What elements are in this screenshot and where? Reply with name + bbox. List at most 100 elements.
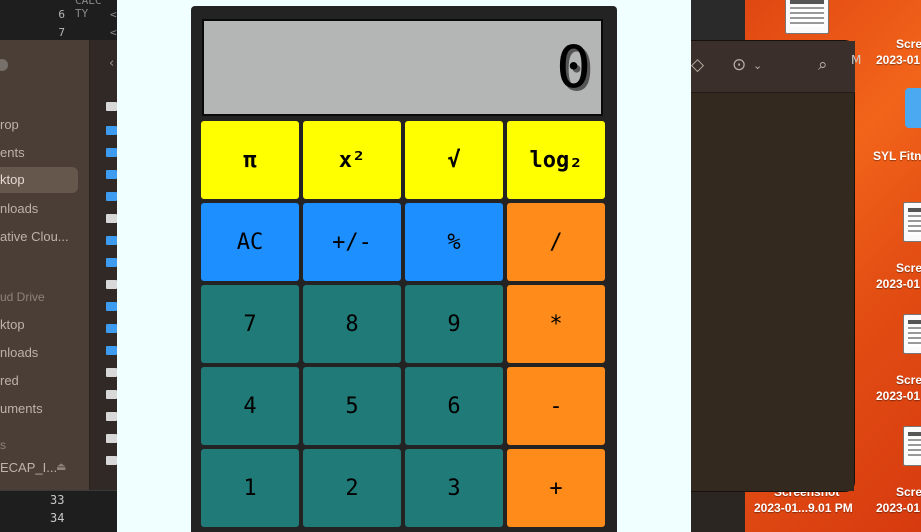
desktop-item-label: Scre xyxy=(896,485,921,499)
calc-key-7[interactable]: / xyxy=(507,203,605,281)
sidebar-item-downloads-icloud[interactable]: nloads xyxy=(0,340,78,366)
editor-line: CALC TY xyxy=(0,0,117,20)
desktop-item-label: Scre xyxy=(896,261,921,275)
calc-key-10[interactable]: 9 xyxy=(405,285,503,363)
calc-key-15[interactable]: - xyxy=(507,367,605,445)
folder-icon[interactable] xyxy=(106,126,117,135)
code-editor-strip: CALC TY 6 < 7 < xyxy=(0,0,117,40)
sidebar-item-icloud-drive[interactable]: ud Drive xyxy=(0,284,78,310)
sidebar-item-creative-cloud[interactable]: ative Clou... xyxy=(0,224,78,250)
line-number: 6 xyxy=(58,8,65,21)
file-icon[interactable] xyxy=(106,102,117,111)
desktop-item-sublabel: 2023-01 xyxy=(876,501,921,515)
sidebar-item-desktop-icloud[interactable]: ktop xyxy=(0,312,78,338)
sidebar-item-airdrop[interactable]: rop xyxy=(0,112,78,138)
desktop-item-sublabel: 2023-01 xyxy=(876,389,921,403)
screenshot-file-icon[interactable] xyxy=(903,314,921,354)
calc-key-1[interactable]: x² xyxy=(303,121,401,199)
eject-icon[interactable]: ⏏ xyxy=(56,460,66,473)
sidebar-item-label: ents xyxy=(0,145,25,160)
calc-key-3[interactable]: log₂ xyxy=(507,121,605,199)
back-chevron-icon[interactable]: ‹ xyxy=(109,56,114,71)
folder-icon[interactable] xyxy=(106,258,117,267)
folder-icon[interactable] xyxy=(106,170,117,179)
folder-icon[interactable] xyxy=(106,148,117,157)
folder-icon[interactable] xyxy=(106,302,117,311)
desktop-item-sublabel: 2023-01 xyxy=(876,277,921,291)
line-number: 33 xyxy=(50,493,65,507)
finder-window-secondary: ◇ ⊙ ⌄ ⌕ M xyxy=(691,40,861,492)
line-number: 7 xyxy=(58,26,65,39)
sidebar-item-label: ktop xyxy=(0,317,25,332)
sidebar-item-downloads[interactable]: nloads xyxy=(0,196,78,222)
sidebar-item-label: s xyxy=(0,438,6,452)
window-toolbar: ◇ ⊙ ⌄ ⌕ M xyxy=(691,41,861,93)
sidebar-item-label: uments xyxy=(0,401,43,416)
calculator-display: 0 xyxy=(202,19,603,116)
code-editor-strip-bottom: 33 34 xyxy=(0,490,117,532)
sidebar-item-documents[interactable]: uments xyxy=(0,396,78,422)
editor-line: 6 < xyxy=(0,8,117,21)
file-icon[interactable] xyxy=(106,280,117,289)
sidebar-item-label: nloads xyxy=(0,201,39,216)
calc-key-16[interactable]: 1 xyxy=(201,449,299,527)
calc-key-2[interactable]: √ xyxy=(405,121,503,199)
sidebar-item-label: rop xyxy=(0,117,19,132)
folder-icon[interactable] xyxy=(106,236,117,245)
folder-icon[interactable] xyxy=(106,192,117,201)
desktop-item-sublabel: 2023-01 xyxy=(876,53,921,67)
calc-key-4[interactable]: AC xyxy=(201,203,299,281)
sidebar-item-shared[interactable]: red xyxy=(0,368,78,394)
calc-key-12[interactable]: 4 xyxy=(201,367,299,445)
desktop-item-label: SYL Fitn xyxy=(873,149,921,163)
calc-key-13[interactable]: 5 xyxy=(303,367,401,445)
editor-code: < xyxy=(110,8,117,21)
desktop-item-label: Scre xyxy=(896,37,921,51)
sidebar-item-label: red xyxy=(0,373,19,388)
calculator-keypad: π x² √ log₂ AC +/-%/ 7 8 9 * 4 5 6- 1 2 3 + xyxy=(201,121,605,527)
calc-key-14[interactable]: 6 xyxy=(405,367,503,445)
tag-icon[interactable]: ◇ xyxy=(691,55,704,75)
editor-minimap-strip xyxy=(691,0,745,40)
file-icon[interactable] xyxy=(106,456,117,465)
finder-window: rop ents ktop nloads ative Clou... ud Dr… xyxy=(0,40,117,490)
window-control-button[interactable] xyxy=(0,59,8,71)
window-content xyxy=(691,93,854,491)
screenshot-file-icon[interactable] xyxy=(903,426,921,466)
sidebar-item-label: ECAP_I... xyxy=(0,460,58,475)
file-icon[interactable] xyxy=(106,368,117,377)
screenshot-file-icon[interactable] xyxy=(785,0,829,34)
folder-icon[interactable] xyxy=(106,324,117,333)
file-icon[interactable] xyxy=(106,390,117,399)
calc-key-9[interactable]: 8 xyxy=(303,285,401,363)
file-icon[interactable] xyxy=(106,434,117,443)
desktop-item-label: Scre xyxy=(896,373,921,387)
display-value: 0 xyxy=(556,33,591,101)
sidebar-item-desktop[interactable]: ktop xyxy=(0,167,78,193)
finder-sidebar: rop ents ktop nloads ative Clou... ud Dr… xyxy=(0,40,89,490)
calc-key-5[interactable]: +/- xyxy=(303,203,401,281)
calc-key-18[interactable]: 3 xyxy=(405,449,503,527)
calc-key-8[interactable]: 7 xyxy=(201,285,299,363)
file-icon[interactable] xyxy=(106,214,117,223)
editor-code: < xyxy=(110,26,117,39)
file-icon[interactable] xyxy=(106,412,117,421)
calc-key-17[interactable]: 2 xyxy=(303,449,401,527)
line-number: 34 xyxy=(50,511,65,525)
calculator-page: 0 π x² √ log₂ AC +/-%/ 7 8 9 * 4 5 6- 1 2 3 + xyxy=(117,0,691,532)
calc-key-0[interactable]: π xyxy=(201,121,299,199)
sidebar-item-recents[interactable]: ents xyxy=(0,140,78,166)
calc-key-11[interactable]: * xyxy=(507,285,605,363)
calculator: 0 π x² √ log₂ AC +/-%/ 7 8 9 * 4 5 6- 1 2 3 + xyxy=(191,6,617,532)
calc-key-19[interactable]: + xyxy=(507,449,605,527)
search-icon[interactable]: ⌕ xyxy=(818,55,828,75)
folder-icon[interactable] xyxy=(905,88,921,128)
calc-key-6[interactable]: % xyxy=(405,203,503,281)
ellipsis-circle-icon[interactable]: ⊙ xyxy=(732,55,746,75)
folder-icon[interactable] xyxy=(106,346,117,355)
sidebar-item-label: nloads xyxy=(0,345,39,360)
chevron-down-icon[interactable]: ⌄ xyxy=(753,59,762,72)
desktop-item-sublabel: 2023-01...9.01 PM xyxy=(754,501,853,515)
editor-line: 7 < xyxy=(0,26,117,39)
screenshot-file-icon[interactable] xyxy=(903,202,921,242)
